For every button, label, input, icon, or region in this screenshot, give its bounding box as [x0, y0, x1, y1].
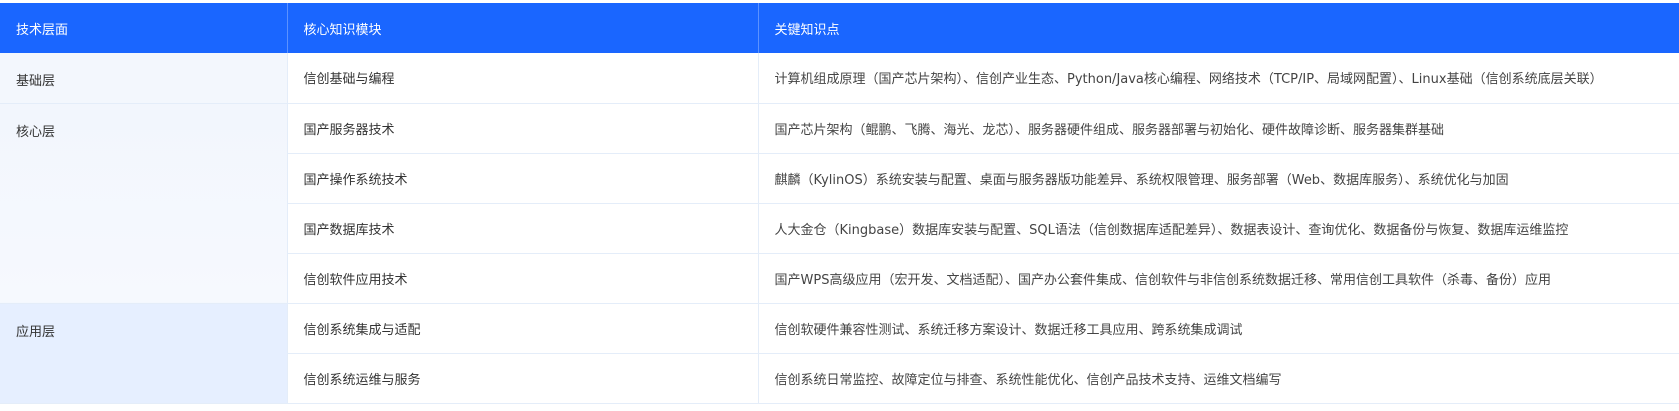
points-cell: 计算机组成原理（国产芯片架构）、信创产业生态、Python/Java核心编程、网…	[758, 53, 1679, 104]
header-core-module: 核心知识模块	[287, 3, 759, 53]
knowledge-table: 技术层面 核心知识模块 关键知识点 基础层 信创基础与编程 计算机组成原理（国产…	[0, 3, 1679, 404]
module-cell: 国产服务器技术	[287, 103, 759, 154]
module-cell: 国产数据库技术	[287, 203, 759, 254]
header-key-points: 关键知识点	[758, 3, 1679, 53]
module-cell: 信创软件应用技术	[287, 253, 759, 304]
points-cell: 麒麟（KylinOS）系统安装与配置、桌面与服务器版功能差异、系统权限管理、服务…	[758, 153, 1679, 204]
layer-cell-app: 应用层	[0, 303, 288, 404]
module-cell: 信创基础与编程	[287, 53, 759, 104]
table-row: 基础层 信创基础与编程 计算机组成原理（国产芯片架构）、信创产业生态、Pytho…	[0, 53, 1679, 104]
table-body: 基础层 信创基础与编程 计算机组成原理（国产芯片架构）、信创产业生态、Pytho…	[0, 53, 1679, 404]
table-row: 应用层 信创系统集成与适配 信创软硬件兼容性测试、系统迁移方案设计、数据迁移工具…	[0, 303, 1679, 404]
knowledge-table-container: 技术层面 核心知识模块 关键知识点 基础层 信创基础与编程 计算机组成原理（国产…	[0, 3, 1679, 404]
layer-cell-core: 核心层	[0, 103, 288, 304]
points-cell: 国产芯片架构（鲲鹏、飞腾、海光、龙芯）、服务器硬件组成、服务器部署与初始化、硬件…	[758, 103, 1679, 154]
header-row: 技术层面 核心知识模块 关键知识点	[0, 3, 1679, 53]
points-cell: 信创系统日常监控、故障定位与排查、系统性能优化、信创产品技术支持、运维文档编写	[758, 353, 1679, 404]
module-cell: 国产操作系统技术	[287, 153, 759, 204]
header-tech-layer: 技术层面	[0, 3, 288, 53]
table-row: 核心层 国产服务器技术 国产芯片架构（鲲鹏、飞腾、海光、龙芯）、服务器硬件组成、…	[0, 103, 1679, 304]
points-cell: 信创软硬件兼容性测试、系统迁移方案设计、数据迁移工具应用、跨系统集成调试	[758, 303, 1679, 354]
table-header: 技术层面 核心知识模块 关键知识点	[0, 3, 1679, 53]
module-cell: 信创系统运维与服务	[287, 353, 759, 404]
layer-cell-basic: 基础层	[0, 53, 288, 104]
points-cell: 人大金仓（Kingbase）数据库安装与配置、SQL语法（信创数据库适配差异）、…	[758, 203, 1679, 254]
module-cell: 信创系统集成与适配	[287, 303, 759, 354]
points-cell: 国产WPS高级应用（宏开发、文档适配）、国产办公套件集成、信创软件与非信创系统数…	[758, 253, 1679, 304]
